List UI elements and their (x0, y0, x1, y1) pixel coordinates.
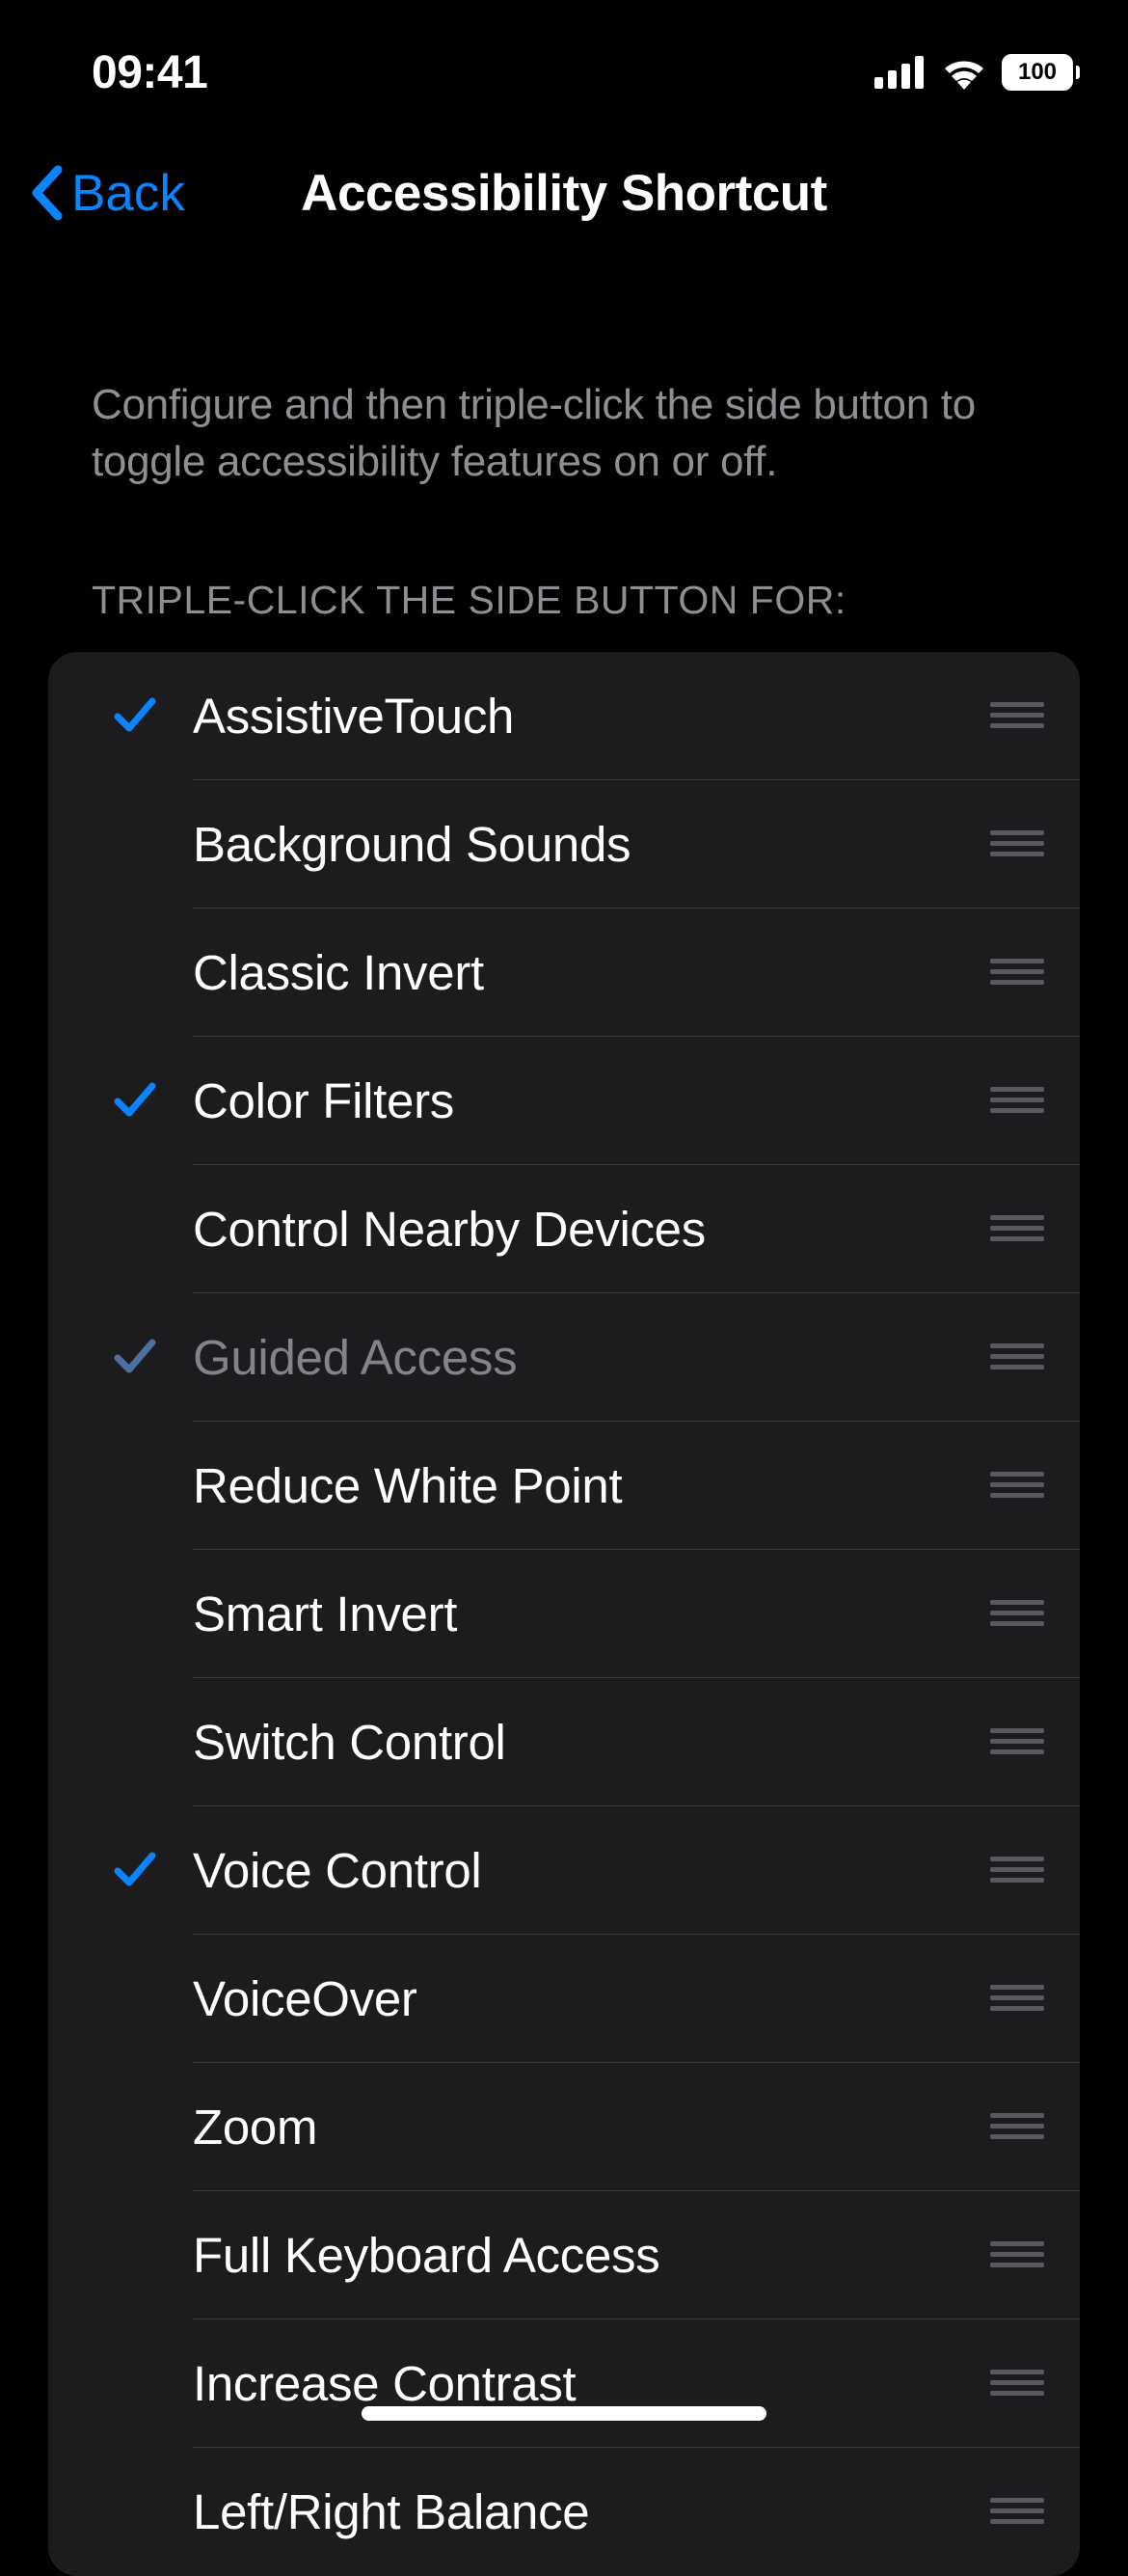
status-bar: 09:41 100 (0, 0, 1128, 125)
check-column (77, 1850, 193, 1890)
navigation-bar: Back Accessibility Shortcut (0, 125, 1128, 260)
item-label: Switch Control (193, 1714, 983, 1771)
drag-handle-icon[interactable] (983, 702, 1051, 729)
checkmark-icon (114, 695, 156, 736)
list-item[interactable]: Smart Invert (48, 1550, 1080, 1678)
item-label: Control Nearby Devices (193, 1201, 983, 1258)
item-label: Background Sounds (193, 816, 983, 873)
chevron-left-icon (29, 164, 64, 222)
list-item[interactable]: Increase Contrast (48, 2319, 1080, 2448)
list-item[interactable]: Full Keyboard Access (48, 2191, 1080, 2319)
drag-handle-icon[interactable] (983, 830, 1051, 857)
drag-handle-icon[interactable] (983, 1343, 1051, 1370)
checkmark-icon (114, 1080, 156, 1121)
battery-indicator: 100 (1002, 54, 1080, 91)
back-button[interactable]: Back (29, 164, 185, 223)
list-item[interactable]: Guided Access (48, 1293, 1080, 1422)
drag-handle-icon[interactable] (983, 2241, 1051, 2268)
item-label: Full Keyboard Access (193, 2227, 983, 2284)
drag-handle-icon[interactable] (983, 1728, 1051, 1755)
feature-list: AssistiveTouch Background Sounds Classic I… (48, 652, 1080, 2576)
drag-handle-icon[interactable] (983, 1215, 1051, 1242)
item-label: AssistiveTouch (193, 688, 983, 745)
drag-handle-icon[interactable] (983, 1600, 1051, 1627)
checkmark-icon (114, 1850, 156, 1890)
section-header: TRIPLE-CLICK THE SIDE BUTTON FOR: (0, 510, 1128, 642)
drag-handle-icon[interactable] (983, 1472, 1051, 1499)
drag-handle-icon[interactable] (983, 1985, 1051, 2012)
status-indicators: 100 (874, 54, 1080, 91)
checkmark-icon (114, 1337, 156, 1377)
content-area: Configure and then triple-click the side… (0, 260, 1128, 2576)
item-label: VoiceOver (193, 1970, 983, 2027)
item-label: Increase Contrast (193, 2355, 983, 2412)
check-column (77, 1080, 193, 1121)
drag-handle-icon[interactable] (983, 1857, 1051, 1884)
list-item[interactable]: Control Nearby Devices (48, 1165, 1080, 1293)
cellular-signal-icon (874, 56, 927, 89)
status-time: 09:41 (92, 46, 207, 99)
list-item[interactable]: Zoom (48, 2063, 1080, 2191)
drag-handle-icon[interactable] (983, 2113, 1051, 2140)
wifi-icon (940, 55, 988, 90)
item-label: Classic Invert (193, 944, 983, 1001)
check-column (77, 695, 193, 736)
list-item[interactable]: Reduce White Point (48, 1422, 1080, 1550)
item-label: Reduce White Point (193, 1457, 983, 1514)
item-label: Zoom (193, 2099, 983, 2156)
check-column (77, 1337, 193, 1377)
list-item[interactable]: Color Filters (48, 1037, 1080, 1165)
list-item[interactable]: Background Sounds (48, 780, 1080, 908)
page-title: Accessibility Shortcut (301, 164, 827, 223)
home-indicator[interactable] (362, 2406, 766, 2421)
item-label: Guided Access (193, 1329, 983, 1386)
list-item[interactable]: Switch Control (48, 1678, 1080, 1806)
list-item[interactable]: Classic Invert (48, 908, 1080, 1037)
list-item[interactable]: VoiceOver (48, 1935, 1080, 2063)
item-label: Left/Right Balance (193, 2483, 983, 2540)
item-label: Smart Invert (193, 1586, 983, 1642)
list-item[interactable]: AssistiveTouch (48, 652, 1080, 780)
description-text: Configure and then triple-click the side… (0, 260, 1128, 510)
drag-handle-icon[interactable] (983, 1087, 1051, 1114)
drag-handle-icon[interactable] (983, 2498, 1051, 2525)
battery-level: 100 (1002, 54, 1073, 91)
drag-handle-icon[interactable] (983, 2370, 1051, 2397)
list-item[interactable]: Left/Right Balance (48, 2448, 1080, 2576)
item-label: Voice Control (193, 1842, 983, 1899)
drag-handle-icon[interactable] (983, 959, 1051, 986)
list-item[interactable]: Voice Control (48, 1806, 1080, 1935)
item-label: Color Filters (193, 1072, 983, 1129)
back-label: Back (71, 164, 185, 223)
